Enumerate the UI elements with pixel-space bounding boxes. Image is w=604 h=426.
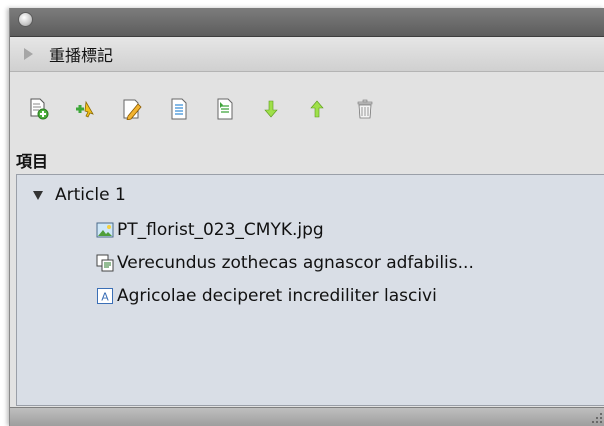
tree-item-row[interactable]: PT_florist_023_CMYK.jpg [96, 220, 324, 240]
move-down-arrow-icon[interactable] [260, 98, 282, 120]
add-selection-icon[interactable] [74, 98, 96, 120]
section-title: 重播標記 [49, 46, 114, 65]
image-file-icon [96, 222, 114, 238]
svg-text:A: A [101, 291, 109, 304]
new-page-add-icon[interactable] [28, 98, 50, 120]
items-tree[interactable]: Article 1 PT_florist_023_CMYK.jpg Verecu… [16, 174, 604, 406]
item-label: PT_florist_023_CMYK.jpg [117, 220, 324, 240]
expand-triangle-icon[interactable] [24, 48, 33, 60]
articles-panel: 重播標記 項目 Article 1 PT_florist_023_CMYK.jp… [9, 8, 604, 426]
toolbar [10, 72, 604, 140]
items-label: 項目 [16, 152, 49, 171]
item-label: Verecundus zothecas agnascor adfabilis..… [117, 253, 474, 273]
move-up-arrow-icon[interactable] [306, 98, 328, 120]
edit-pencil-icon[interactable] [122, 98, 144, 120]
linked-text-icon [96, 254, 114, 272]
item-label: Agricolae deciperet incrediliter lascivi [117, 286, 437, 306]
close-icon[interactable] [18, 12, 33, 27]
page-list-icon[interactable] [168, 98, 190, 120]
text-frame-icon: A [97, 288, 113, 304]
trash-icon[interactable] [354, 98, 376, 120]
section-header[interactable]: 重播標記 [10, 37, 604, 72]
tree-item-row[interactable]: A Agricolae deciperet incrediliter lasci… [96, 286, 437, 306]
resize-grip-icon[interactable] [591, 412, 603, 424]
tree-article-row[interactable]: Article 1 [33, 185, 126, 205]
page-replace-icon[interactable] [214, 98, 236, 120]
tree-item-row[interactable]: Verecundus zothecas agnascor adfabilis..… [96, 253, 474, 273]
article-label: Article 1 [55, 185, 126, 205]
disclosure-triangle-icon[interactable] [33, 190, 43, 200]
panel-footer [10, 407, 604, 426]
panel-titlebar[interactable] [10, 8, 604, 37]
